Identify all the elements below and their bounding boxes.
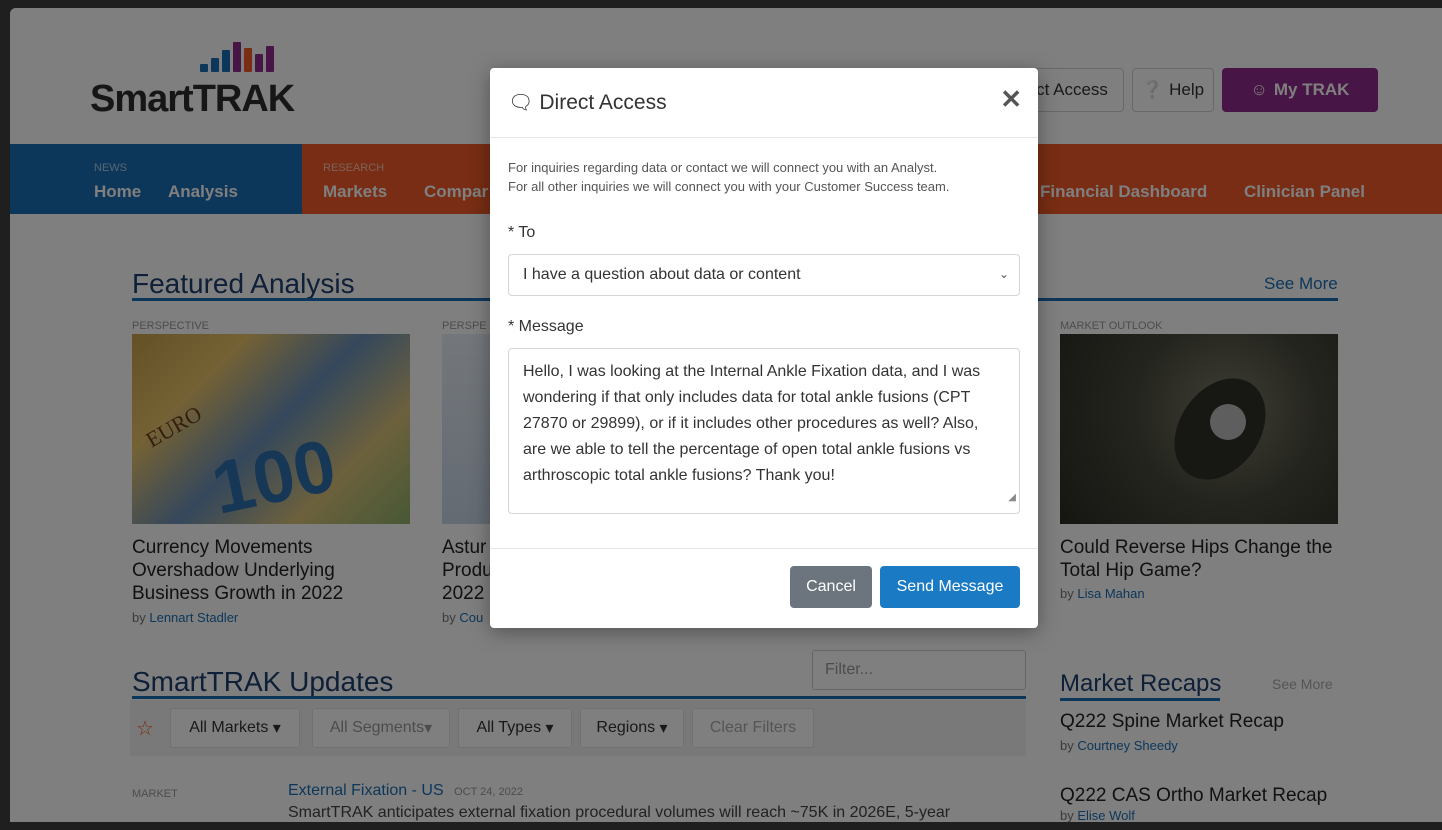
to-field-label: * To xyxy=(508,224,536,241)
modal-title: 🗨 Direct Access xyxy=(508,90,667,115)
app-window: SmartTRAK ct Access ❔ Help ☺ My TRAK NEW… xyxy=(10,8,1442,822)
cancel-button[interactable]: Cancel xyxy=(790,566,872,608)
message-textarea[interactable]: Hello, I was looking at the Internal Ank… xyxy=(508,348,1020,514)
message-text: Hello, I was looking at the Internal Ank… xyxy=(523,363,981,484)
comments-icon: 🗨 xyxy=(508,92,534,114)
direct-access-modal: 🗨 Direct Access ✕ For inquiries regardin… xyxy=(490,68,1038,628)
resize-grip-icon[interactable]: ◢ xyxy=(1008,485,1016,511)
modal-header: 🗨 Direct Access ✕ xyxy=(490,68,1038,138)
chevron-down-icon: ⌄ xyxy=(998,267,1009,281)
modal-footer-divider xyxy=(490,548,1038,549)
message-field-label: * Message xyxy=(508,318,584,335)
close-icon[interactable]: ✕ xyxy=(1000,86,1022,112)
to-select-value: I have a question about data or content xyxy=(523,266,801,283)
modal-description: For inquiries regarding data or contact … xyxy=(508,160,950,194)
to-select[interactable]: I have a question about data or content … xyxy=(508,254,1020,296)
send-message-button[interactable]: Send Message xyxy=(880,566,1020,608)
